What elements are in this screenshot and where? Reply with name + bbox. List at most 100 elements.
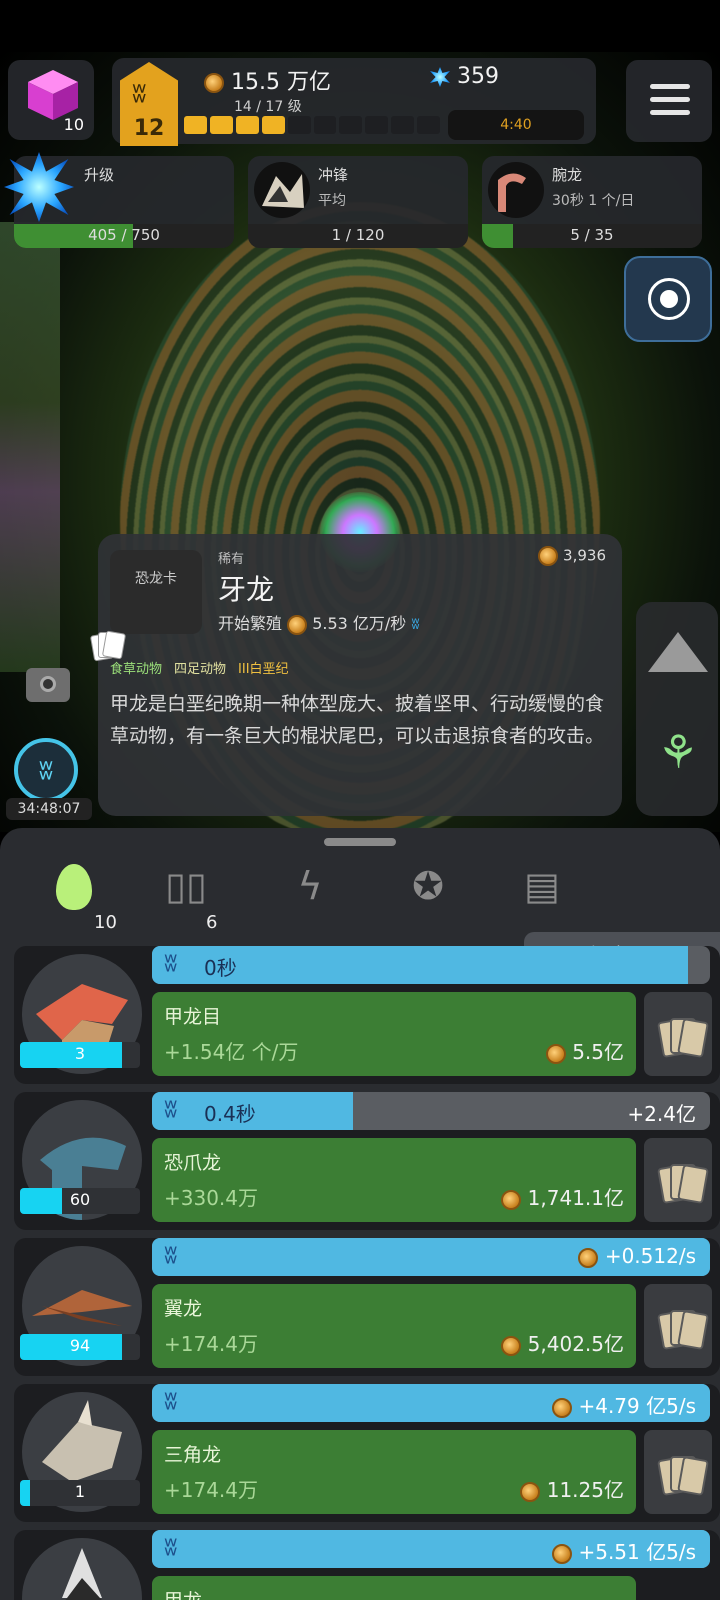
time-label: 0秒 xyxy=(204,956,237,980)
mutation-star-icon xyxy=(4,152,74,222)
stat-progress: 405 / 750 xyxy=(14,224,234,248)
rate-value: +0.512/s xyxy=(604,1244,696,1268)
stat-sub: 平均 xyxy=(318,193,346,209)
paw-icon: ʬ xyxy=(164,1240,178,1270)
cards-button[interactable] xyxy=(644,1284,712,1368)
tag-diet: 食草动物 xyxy=(110,662,163,677)
rate-label: +2.4亿 xyxy=(627,1098,696,1127)
cards-button[interactable] xyxy=(644,1138,712,1222)
stat-progress-label: 5 / 35 xyxy=(570,226,614,244)
xp-segment xyxy=(261,116,285,134)
paw-icon: ʬ xyxy=(411,614,420,633)
hamburger-icon xyxy=(650,84,690,123)
coin-icon xyxy=(501,1335,522,1356)
cube-count: 10 xyxy=(63,115,84,134)
tab-encyclopedia[interactable]: ▤ xyxy=(512,864,572,924)
paw-boost-button[interactable]: ʬ xyxy=(14,738,78,802)
xp-segment xyxy=(287,116,311,134)
evolution-tree-icon[interactable]: ⚘ xyxy=(648,722,708,782)
buy-button[interactable]: 甲龙目 +1.54亿 个/万 5.5亿 xyxy=(152,992,636,1076)
cards-button[interactable] xyxy=(644,1430,712,1514)
tab-boost[interactable]: ϟ xyxy=(280,864,340,924)
medal-icon: ✪ xyxy=(412,864,444,908)
level-progress-text: 14 / 17 级 xyxy=(234,99,302,115)
timer-pill[interactable]: 4:40 xyxy=(448,110,584,140)
time-label: 0.4秒 xyxy=(204,1102,256,1126)
owned-count-bar: 94 xyxy=(20,1334,140,1360)
dino-price: 3,936 xyxy=(538,546,606,566)
egg-icon xyxy=(56,864,92,910)
sun-icon xyxy=(648,278,690,320)
cube-icon xyxy=(28,70,78,120)
cards-button[interactable] xyxy=(644,992,712,1076)
paw-icon: ʬ xyxy=(164,1386,178,1416)
paw-icon: ʬ xyxy=(164,1532,178,1562)
dino-avatar xyxy=(488,162,544,218)
foliage xyxy=(0,222,60,672)
bottom-tabs: 10 ▯▯ 6 ϟ ✪ ▤ xyxy=(0,838,720,938)
buy-button[interactable]: 甲龙 xyxy=(152,1576,636,1600)
gem-balance: 359 xyxy=(430,64,499,89)
coin-icon xyxy=(287,614,308,635)
owned-count-bar: 60 xyxy=(20,1188,140,1214)
owned-count-bar: 1 xyxy=(20,1480,140,1506)
tag-period: III白垩纪 xyxy=(238,662,289,677)
dino-name: 恐爪龙 xyxy=(164,1152,222,1174)
dino-portrait xyxy=(22,1538,142,1600)
stat-progress: 1 / 120 xyxy=(248,224,468,248)
list-item: 60 ʬ 0.4秒 +2.4亿 恐爪龙 +330.4万 1,741.1亿 xyxy=(14,1092,720,1230)
stat-card-brachio[interactable]: 腕龙 30秒 1 个/日 5 / 35 xyxy=(482,156,702,248)
dino-name: 甲龙目 xyxy=(164,1006,222,1028)
coin-icon xyxy=(538,546,559,566)
dino-breed-rate: 开始繁殖 5.53 亿万/秒 ʬ xyxy=(218,610,420,635)
buy-button[interactable]: 恐爪龙 +330.4万 1,741.1亿 xyxy=(152,1138,636,1222)
dino-info-card[interactable]: 恐龙卡 稀有 牙龙 开始繁殖 5.53 亿万/秒 ʬ 3,936 食草动物 四足… xyxy=(89,534,622,816)
owned-count: 3 xyxy=(74,1044,86,1063)
cube-button[interactable]: 10 xyxy=(8,60,94,140)
xp-segment xyxy=(339,116,363,134)
dino-avatar xyxy=(254,162,310,218)
cost: 5.5亿 xyxy=(545,1036,624,1065)
production-timer: ʬ 0秒 xyxy=(152,946,710,984)
cards-icon: ▯▯ xyxy=(165,864,207,908)
cost: 5,402.5亿 xyxy=(501,1328,624,1357)
dino-tags: 食草动物 四足动物 III白垩纪 xyxy=(110,658,289,677)
buy-button[interactable]: 翼龙 +174.4万 5,402.5亿 xyxy=(152,1284,636,1368)
xp-progress-bar xyxy=(184,116,441,134)
owned-count: 60 xyxy=(69,1190,91,1209)
menu-button[interactable] xyxy=(626,60,712,142)
stat-title: 冲锋 xyxy=(318,166,349,184)
camera-icon[interactable] xyxy=(26,668,70,702)
xp-segment xyxy=(313,116,337,134)
dino-rarity: 稀有 xyxy=(218,552,245,567)
tab-achievements[interactable]: ✪ xyxy=(398,864,458,924)
stat-title: 腕龙 xyxy=(552,166,583,184)
volcano-icon[interactable] xyxy=(648,632,708,672)
dino-name: 甲龙 xyxy=(164,1586,202,1600)
xp-segment xyxy=(184,116,207,134)
paw-icon: ʬ xyxy=(164,948,178,978)
level-number: 12 xyxy=(133,116,165,141)
coin-icon xyxy=(204,73,224,93)
book-icon: ▤ xyxy=(524,864,560,908)
list-item: 3 ʬ 0秒 甲龙目 +1.54亿 个/万 5.5亿 xyxy=(14,946,720,1084)
evolve-button[interactable] xyxy=(624,256,712,342)
rate-value: +5.51 亿5/s xyxy=(578,1540,696,1564)
tab-eggs[interactable]: 10 xyxy=(44,864,117,933)
gem-icon xyxy=(430,67,450,87)
buy-button[interactable]: 三角龙 +174.4万 11.25亿 xyxy=(152,1430,636,1514)
tab-cards[interactable]: ▯▯ 6 xyxy=(156,864,217,933)
paw-icon: ʬ xyxy=(132,76,147,109)
cost-value: 11.25亿 xyxy=(546,1478,624,1502)
breed-rate-value: 5.53 亿万/秒 xyxy=(312,614,407,633)
coin-icon xyxy=(520,1481,541,1502)
production-timer: ʬ 0.4秒 +2.4亿 xyxy=(152,1092,710,1130)
rate-label: +4.79 亿5/s xyxy=(552,1390,696,1419)
xp-segment xyxy=(391,116,415,134)
breed-label: 开始繁殖 xyxy=(218,614,283,633)
income: +174.4万 xyxy=(164,1478,259,1502)
stat-card-charge[interactable]: 冲锋 平均 1 / 120 xyxy=(248,156,468,248)
rate-value: +2.4亿 xyxy=(627,1102,696,1126)
cost: 11.25亿 xyxy=(520,1474,624,1503)
cost-value: 5,402.5亿 xyxy=(527,1332,624,1356)
